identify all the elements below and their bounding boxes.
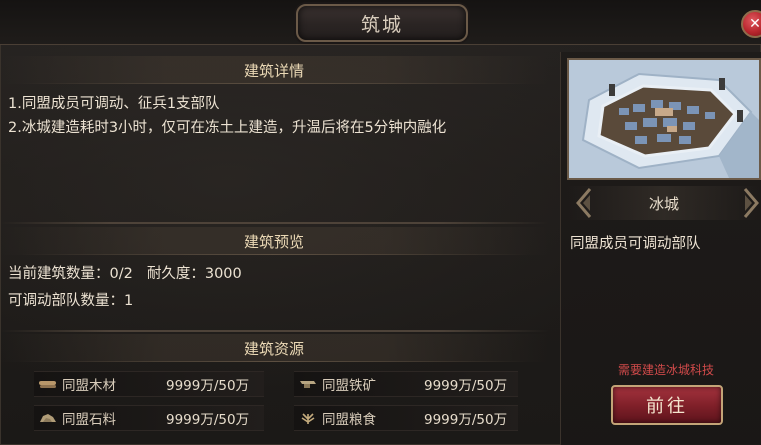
divider (0, 222, 548, 224)
title-bar: 筑城 (0, 0, 761, 45)
resource-row: 同盟木材 9999万/50万 同盟铁矿 9999万/50万 (34, 371, 518, 397)
resource-value: 9999万/50万 (424, 412, 508, 428)
troops-value: 1 (124, 293, 134, 309)
resource-iron: 同盟铁矿 9999万/50万 (294, 371, 518, 397)
chevron-right-icon (743, 188, 759, 218)
details-heading: 建筑详情 (0, 56, 548, 84)
resource-value: 9999万/50万 (424, 378, 508, 394)
resource-value: 9999万/50万 (166, 412, 250, 428)
resource-name: 同盟铁矿 (322, 378, 376, 394)
building-name: 冰城 (648, 194, 679, 213)
resource-wood: 同盟木材 9999万/50万 (34, 371, 264, 397)
prev-building-button[interactable] (575, 187, 593, 219)
preview-heading: 建筑预览 (0, 227, 548, 255)
close-icon: ✕ (749, 16, 761, 32)
resource-name: 同盟石料 (62, 412, 116, 428)
building-preview-image (567, 58, 761, 180)
go-button-label: 前往 (646, 396, 688, 417)
count-value: 0/2 (109, 266, 133, 282)
stone-icon (38, 411, 58, 425)
preview-count-line: 当前建筑数量：0/2 耐久度：3000 (8, 262, 242, 283)
building-selector: 冰城 (567, 186, 761, 220)
resource-grain: 同盟粮食 9999万/50万 (294, 405, 518, 431)
durability-value: 3000 (204, 266, 242, 282)
preview-heading-label: 建筑预览 (243, 232, 304, 251)
close-button[interactable]: ✕ (741, 10, 761, 38)
title-plate: 筑城 (296, 4, 468, 42)
details-line-2: 2.冰城建造耗时3小时，仅可在冻土上建造，升温后将在5分钟内融化 (8, 120, 447, 136)
iron-icon (298, 377, 318, 391)
go-button[interactable]: 前往 (611, 385, 723, 425)
resource-value: 9999万/50万 (166, 378, 250, 394)
count-label: 当前建筑数量： (8, 266, 110, 282)
durability-label: 耐久度： (146, 266, 205, 282)
requirement-warning: 需要建造冰城科技 (617, 363, 714, 377)
wood-icon (38, 377, 58, 391)
details-line-1: 1.同盟成员可调动、征兵1支部队 (8, 96, 220, 112)
next-building-button[interactable] (742, 187, 760, 219)
chevron-left-icon (576, 188, 592, 218)
details-heading-label: 建筑详情 (243, 61, 304, 80)
resources-heading: 建筑资源 (0, 334, 548, 362)
preview-troops-line: 可调动部队数量：1 (8, 289, 133, 310)
troops-label: 可调动部队数量： (8, 293, 124, 309)
resource-name: 同盟粮食 (322, 412, 376, 428)
building-description: 同盟成员可调动部队 (570, 236, 701, 252)
resources-heading-label: 建筑资源 (243, 339, 304, 358)
dialog-title: 筑城 (360, 13, 403, 36)
divider (0, 330, 548, 332)
resource-stone: 同盟石料 9999万/50万 (34, 405, 264, 431)
grain-icon (298, 411, 318, 425)
details-text: 1.同盟成员可调动、征兵1支部队 2.冰城建造耗时3小时，仅可在冻土上建造，升温… (8, 92, 548, 140)
resource-name: 同盟木材 (62, 378, 116, 394)
resource-row: 同盟石料 9999万/50万 同盟粮食 9999万/50万 (34, 405, 518, 431)
